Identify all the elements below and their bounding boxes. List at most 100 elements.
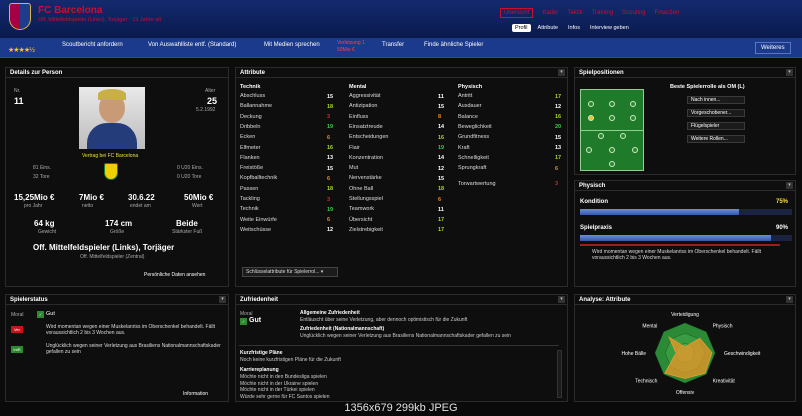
role-button[interactable]: Weitere Rollen...	[687, 135, 745, 143]
attribute-name: Schnelligkeit	[458, 154, 489, 161]
foot-label: Stärkster Fuß	[172, 229, 203, 235]
attribute-value: 14	[438, 155, 445, 162]
transfer-button[interactable]: Transfer	[382, 42, 404, 48]
pitch-diagram	[580, 89, 644, 171]
attribute-name: Nervenstärke	[349, 175, 382, 182]
contract-note: Vertrag bei FC Barcelona	[82, 153, 139, 159]
nav-item[interactable]: Übersicht	[500, 8, 534, 18]
chevron-down-icon[interactable]: ▾	[558, 296, 565, 303]
mental-header: Mental	[349, 84, 367, 90]
panel-title: Attribute	[236, 68, 567, 78]
section-text: Unglücklich wegen seiner Verletzung aus …	[300, 333, 511, 339]
attribute-name: Grundfitness	[458, 134, 490, 141]
more-button[interactable]: Weiteres	[755, 42, 791, 54]
remove-shortlist-button[interactable]: Von Auswahlliste entf. (Standard)	[148, 42, 236, 48]
nav-item[interactable]: Training	[592, 10, 613, 18]
status-badge: Verletzung 1 50Mio €	[337, 40, 365, 53]
attribute-name: Passen	[240, 185, 259, 192]
attribute-name: Ecken	[240, 134, 256, 141]
panel-title: Physisch	[575, 181, 795, 191]
birth-date: 5.2.1992	[196, 107, 216, 113]
attribute-name: Einfluss	[349, 113, 369, 120]
match-practice-label: Spielpraxis	[580, 225, 613, 231]
attribute-name: Technik	[240, 206, 259, 213]
match-practice-bar	[580, 235, 792, 241]
physisch-header: Physisch	[458, 84, 483, 90]
attribute-name: Antritt	[458, 93, 473, 99]
divider	[239, 345, 559, 346]
position-marker	[588, 115, 594, 121]
attribute-name: Flanken	[240, 154, 260, 161]
morale-label: Moral	[11, 312, 24, 318]
position-marker	[630, 101, 636, 107]
role-button[interactable]: Flügelspieler	[687, 122, 745, 130]
tab-infos[interactable]: Infos	[565, 24, 583, 32]
role-button[interactable]: Vorgeschobener...	[687, 109, 745, 117]
attribute-name: Übersicht	[349, 216, 373, 223]
net-label: netto	[82, 203, 94, 209]
chevron-down-icon[interactable]: ▾	[219, 296, 226, 303]
panel-title: Details zur Person	[6, 68, 228, 78]
attribute-value: 18	[327, 103, 334, 110]
attribute-value: 8	[438, 114, 442, 121]
attribute-name: Einsatztreude	[349, 123, 383, 130]
attribute-name: Teamwork	[349, 206, 375, 213]
scrollbar[interactable]	[557, 350, 562, 398]
attribute-value: 17	[438, 227, 445, 234]
career-plan-list: Möchte nicht in den Bundesliga spielen M…	[240, 374, 330, 400]
attribute-name: Freistöße	[240, 165, 264, 172]
nav-item[interactable]: Taktik	[567, 10, 582, 18]
attribute-value: 3	[327, 196, 331, 203]
media-button[interactable]: Mit Medien sprechen	[264, 42, 320, 48]
personal-data-link[interactable]: Persönliche Daten ansehen	[144, 272, 205, 278]
section-text: Entläuscht über seine Verletzung, aber d…	[300, 317, 468, 323]
attribute-name: Kopfballtechnik	[240, 175, 278, 182]
scout-report-button[interactable]: Scoutbericht anfordern	[62, 42, 123, 48]
key-attributes-dropdown[interactable]: Schlüsselattribute für Spielerrol... ▾	[242, 267, 338, 277]
attribute-name: Ballannahme	[240, 103, 273, 110]
section-heading: Karriereplanung	[240, 367, 279, 373]
injury-divider	[580, 244, 780, 246]
contract-end-label: endet am	[130, 203, 151, 209]
role-button[interactable]: Nach innen...	[687, 96, 745, 104]
physical-panel: Physisch ▾	[574, 180, 796, 287]
attribute-name: Weitschüsse	[240, 226, 272, 233]
panel-title: Spielerstatus	[6, 295, 228, 305]
attribute-value: 6	[327, 175, 331, 182]
market-value: 50Mio €	[184, 193, 214, 202]
attribute-name: Ausdauer	[458, 103, 482, 110]
preferred-foot: Beide	[176, 219, 198, 228]
chevron-down-icon[interactable]: ▾	[786, 182, 793, 189]
tab-profil[interactable]: Profil	[512, 24, 531, 32]
attribute-value: 12	[327, 227, 334, 234]
chevron-down-icon[interactable]: ▾	[558, 69, 565, 76]
similar-players-button[interactable]: Finde ähnliche Spieler	[424, 42, 483, 48]
information-link[interactable]: Information	[183, 391, 208, 397]
tab-interview[interactable]: Interview geben	[587, 24, 632, 32]
nav-item[interactable]: Scouting	[622, 10, 645, 18]
interest-badge: IntR	[11, 346, 23, 353]
attribute-name: Mut	[349, 165, 359, 172]
attribute-name: Balance	[458, 113, 478, 120]
main-nav: Übersicht Kader Taktik Training Scouting…	[500, 8, 680, 18]
attribute-name: Stellungsspiel	[349, 196, 383, 202]
attribute-value: 6	[327, 217, 331, 224]
nav-item[interactable]: Kader	[542, 10, 558, 18]
nav-item[interactable]: Finanzen	[655, 10, 680, 18]
image-caption: 1356x679 299kb JPEG	[0, 402, 802, 416]
panel-title: Zufriedenheit	[236, 295, 567, 305]
attribute-value: 12	[438, 165, 445, 172]
contract-end: 30.6.22	[128, 193, 155, 202]
attribute-value: 16	[438, 134, 445, 141]
attribute-name: Konzentration	[349, 154, 383, 161]
match-practice-value: 90%	[776, 225, 789, 231]
position-marker	[609, 147, 615, 153]
attribute-name: Weite Einwürfe	[240, 216, 277, 223]
radar-label: Physisch	[713, 323, 733, 329]
height: 174 cm	[105, 219, 133, 228]
attribute-value: 11	[438, 206, 444, 213]
chevron-down-icon[interactable]: ▾	[786, 296, 793, 303]
tab-attribute[interactable]: Attribute	[535, 24, 561, 32]
chevron-down-icon[interactable]: ▾	[786, 69, 793, 76]
caps: 81 Eins.	[33, 165, 52, 171]
